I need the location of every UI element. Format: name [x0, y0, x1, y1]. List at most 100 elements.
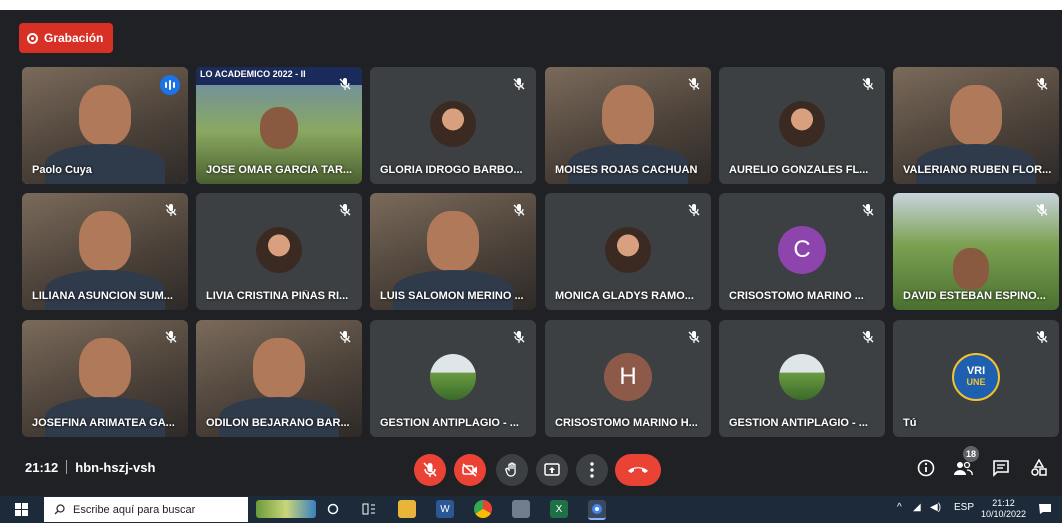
taskbar-clock[interactable]: 21:12 10/10/2022: [981, 498, 1026, 520]
mic-toggle-button[interactable]: [414, 454, 446, 486]
meeting-details-button[interactable]: [915, 457, 937, 479]
clock-time: 21:12: [992, 498, 1015, 508]
person-silhouette: [427, 211, 479, 271]
participant-tile[interactable]: VALERIANO RUBEN FLOR...: [893, 67, 1059, 184]
hand-icon: [505, 462, 516, 477]
meeting-info: 21:12 hbn-hszj-vsh: [25, 460, 155, 475]
participant-tile[interactable]: GLORIA IDROGO BARBO...: [370, 67, 536, 184]
participant-tile[interactable]: MONICA GLADYS RAMO...: [545, 193, 711, 310]
mic-muted-icon: [164, 203, 178, 217]
notifications-icon[interactable]: [1036, 500, 1054, 518]
mic-muted-icon: [687, 203, 701, 217]
mic-muted-icon: [164, 330, 178, 344]
person-silhouette: [79, 338, 131, 398]
participant-name: LIVIA CRISTINA PIÑAS RI...: [206, 290, 349, 302]
word-icon[interactable]: W: [436, 500, 454, 518]
participant-tile[interactable]: MOISES ROJAS CACHUAN: [545, 67, 711, 184]
clock-date: 10/10/2022: [981, 509, 1027, 519]
participant-tile[interactable]: LILIANA ASUNCION SUM...: [22, 193, 188, 310]
avatar: [430, 354, 476, 400]
recording-indicator[interactable]: Grabación: [19, 23, 114, 53]
person-silhouette: [950, 85, 1002, 145]
network-icon[interactable]: ◢: [913, 502, 921, 513]
participant-tile[interactable]: C CRISOSTOMO MARINO ...: [719, 193, 885, 310]
participant-name: GESTION ANTIPLAGIO - ...: [380, 417, 519, 429]
participant-name: JOSE OMAR GARCIA TAR...: [206, 164, 353, 176]
windows-start-icon[interactable]: [15, 503, 28, 516]
recording-label: Grabación: [44, 31, 104, 45]
chrome-active-icon[interactable]: [588, 500, 606, 520]
app-icon[interactable]: [512, 500, 530, 518]
hang-up-icon: [628, 467, 648, 473]
participant-name: AURELIO GONZALES FL...: [729, 164, 869, 176]
participant-name: Tú: [903, 417, 917, 429]
tray-chevron-icon[interactable]: ^: [897, 502, 902, 513]
participant-name: MONICA GLADYS RAMO...: [555, 290, 694, 302]
leave-call-button[interactable]: [615, 454, 661, 486]
avatar-letter: C: [793, 236, 811, 263]
participant-name: MOISES ROJAS CACHUAN: [555, 164, 698, 176]
person-silhouette: [79, 85, 131, 145]
participant-name: ODILON BEJARANO BAR...: [206, 417, 350, 429]
file-explorer-icon[interactable]: [398, 500, 416, 518]
avatar: C: [778, 226, 826, 274]
participant-tile[interactable]: ODILON BEJARANO BAR...: [196, 320, 362, 437]
windows-taskbar: Escribe aquí para buscar W X ^ ◢ ◀) ESP …: [0, 496, 1062, 523]
more-vert-icon: [590, 462, 594, 478]
participant-tile[interactable]: LO ACADEMICO 2022 - II JOSE OMAR GARCIA T…: [196, 67, 362, 184]
raise-hand-button[interactable]: [496, 454, 528, 486]
participant-tile[interactable]: DAVID ESTEBAN ESPINO...: [893, 193, 1059, 310]
participant-tile[interactable]: GESTION ANTIPLAGIO - ...: [370, 320, 536, 437]
participant-tile[interactable]: JOSEFINA ARIMATEA GA...: [22, 320, 188, 437]
search-placeholder: Escribe aquí para buscar: [73, 503, 196, 516]
chat-button[interactable]: [990, 457, 1012, 479]
info-icon: [917, 459, 935, 477]
task-view-icon[interactable]: [360, 500, 378, 518]
participant-tile[interactable]: LUIS SALOMON MERINO ...: [370, 193, 536, 310]
avatar: [779, 101, 825, 147]
avatar: H: [604, 353, 652, 401]
mic-muted-icon: [338, 330, 352, 344]
language-indicator[interactable]: ESP: [954, 502, 974, 513]
avatar: [779, 354, 825, 400]
mic-muted-icon: [1035, 203, 1049, 217]
camera-toggle-button[interactable]: [454, 454, 486, 486]
avatar: [430, 101, 476, 147]
record-icon: [27, 32, 38, 44]
activities-button[interactable]: [1028, 457, 1050, 479]
taskbar-search[interactable]: Escribe aquí para buscar: [44, 497, 248, 522]
search-icon: [54, 504, 65, 515]
mic-muted-icon: [1035, 330, 1049, 344]
participant-tile[interactable]: GESTION ANTIPLAGIO - ...: [719, 320, 885, 437]
chat-icon: [993, 460, 1009, 477]
participant-count-badge: 18: [963, 446, 979, 462]
participant-tile[interactable]: H CRISOSTOMO MARINO H...: [545, 320, 711, 437]
activities-icon: [1031, 459, 1047, 476]
avatar: [605, 227, 651, 273]
volume-icon[interactable]: ◀): [930, 502, 941, 513]
chrome-icon[interactable]: [474, 500, 492, 518]
mic-muted-icon: [687, 77, 701, 91]
camera-off-icon: [462, 463, 477, 477]
mic-off-icon: [423, 462, 437, 477]
present-icon: [544, 463, 560, 476]
participant-name: GESTION ANTIPLAGIO - ...: [729, 417, 868, 429]
meeting-code: hbn-hszj-vsh: [75, 460, 156, 475]
participant-tile[interactable]: VRI UNE Tú: [893, 320, 1059, 437]
participant-name: CRISOSTOMO MARINO ...: [729, 290, 864, 302]
participant-tile[interactable]: LIVIA CRISTINA PIÑAS RI...: [196, 193, 362, 310]
mic-muted-icon: [1035, 77, 1049, 91]
mic-muted-icon: [861, 77, 875, 91]
more-options-button[interactable]: [576, 454, 608, 486]
cortana-icon[interactable]: [324, 500, 342, 518]
avatar: VRI UNE: [952, 353, 1000, 401]
mic-muted-icon: [338, 77, 352, 91]
mic-muted-icon: [512, 203, 526, 217]
participant-tile[interactable]: Paolo Cuya: [22, 67, 188, 184]
excel-icon[interactable]: X: [550, 500, 568, 518]
present-screen-button[interactable]: [536, 454, 568, 486]
person-silhouette: [260, 107, 298, 149]
participant-tile[interactable]: AURELIO GONZALES FL...: [719, 67, 885, 184]
mic-muted-icon: [861, 203, 875, 217]
weather-widget[interactable]: [256, 500, 316, 518]
